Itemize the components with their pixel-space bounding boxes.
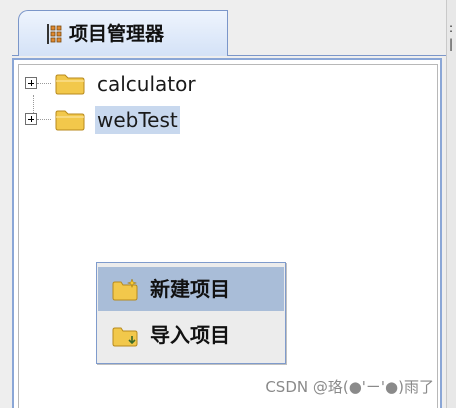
watermark: CSDN @珞(●'ㄧ'●)雨了 (265, 378, 434, 396)
menu-item-import-project[interactable]: 导入项目 (98, 313, 284, 357)
tab-project-manager[interactable]: 项目管理器 (18, 10, 228, 56)
tree-node-label[interactable]: calculator (95, 70, 198, 98)
import-project-folder-icon (112, 327, 138, 347)
tab-label: 项目管理器 (69, 23, 165, 45)
adjacent-panel-edge: : | (446, 0, 456, 408)
separator-glyph: : (449, 21, 454, 35)
folder-icon (55, 74, 85, 95)
tree-connector-line (37, 83, 51, 84)
new-project-folder-icon (112, 279, 138, 301)
tree-node-label[interactable]: webTest (95, 106, 180, 134)
expand-icon[interactable] (25, 113, 37, 125)
folder-icon (55, 110, 85, 131)
menu-item-label: 导入项目 (150, 323, 230, 347)
separator-glyph: | (449, 37, 454, 51)
tab-bar: 项目管理器 (12, 8, 446, 56)
context-menu: 新建项目 导入项目 (96, 262, 286, 364)
menu-item-label: 新建项目 (150, 277, 230, 301)
menu-item-new-project[interactable]: 新建项目 (98, 267, 284, 311)
project-manager-window: 项目管理器 calculator webTest 新建项目 导入项目: | C… (0, 0, 456, 408)
expand-icon[interactable] (25, 77, 37, 89)
project-manager-icon (47, 24, 62, 44)
tree-connector-line (37, 119, 51, 120)
